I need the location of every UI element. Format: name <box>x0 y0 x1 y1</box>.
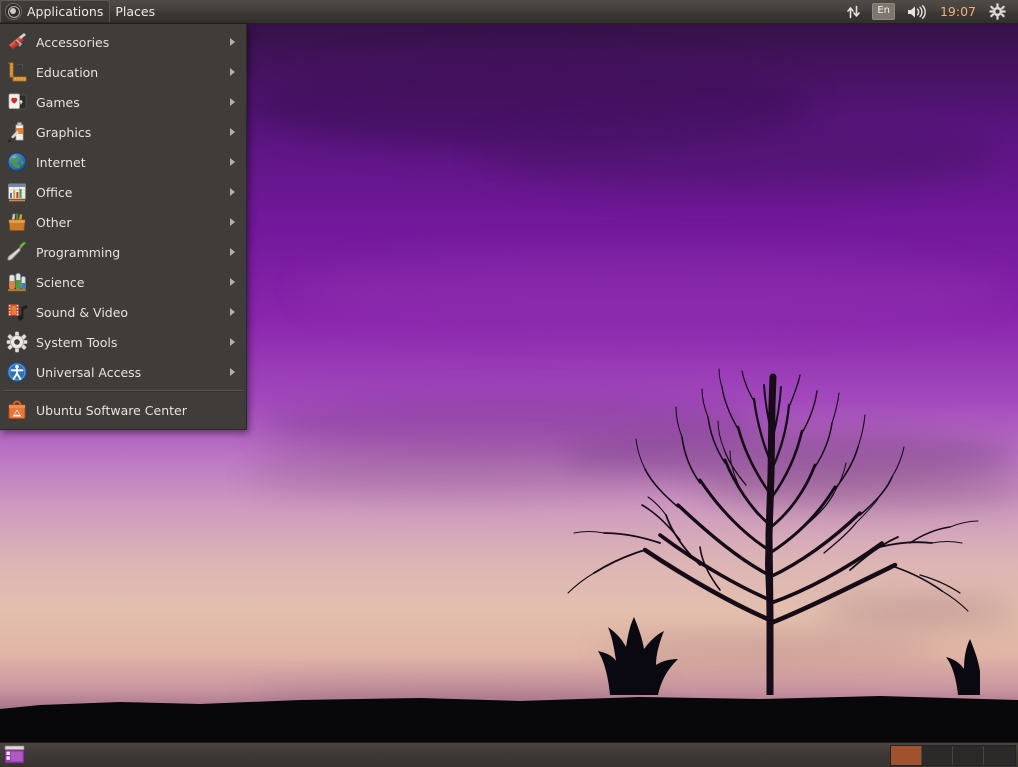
menu-item-label: Internet <box>36 155 230 170</box>
menu-item-programming[interactable]: Programming <box>0 237 246 267</box>
chevron-right-icon <box>230 308 235 316</box>
chevron-right-icon <box>230 158 235 166</box>
menu-item-label: Education <box>36 65 230 80</box>
software-center-bag-icon <box>6 399 28 421</box>
film-music-note-icon <box>6 301 28 323</box>
applications-menu-popup: Accessories Education <box>0 24 247 430</box>
spreadsheet-chart-icon <box>6 181 28 203</box>
gear-glyph <box>989 3 1006 20</box>
session-settings-gear-icon[interactable] <box>983 0 1012 24</box>
chevron-right-icon <box>230 38 235 46</box>
toolbox-icon <box>6 211 28 233</box>
chevron-right-icon <box>230 368 235 376</box>
menu-item-system-tools[interactable]: System Tools <box>0 327 246 357</box>
accessibility-icon <box>6 361 28 383</box>
chevron-right-icon <box>230 248 235 256</box>
applications-menu-button[interactable]: Applications <box>0 0 110 23</box>
workspace-1[interactable] <box>891 746 922 765</box>
keyboard-layout-label: En <box>872 3 895 20</box>
bottom-panel <box>0 742 1018 767</box>
volume-icon[interactable] <box>901 0 933 24</box>
workspace-2[interactable] <box>922 746 953 765</box>
menu-item-games[interactable]: Games <box>0 87 246 117</box>
chevron-right-icon <box>230 338 235 346</box>
test-tubes-icon <box>6 271 28 293</box>
menu-item-label: Games <box>36 95 230 110</box>
menu-item-science[interactable]: Science <box>0 267 246 297</box>
cloud-wisp <box>250 445 610 483</box>
cloud-wisp <box>250 60 810 150</box>
top-panel: Applications Places En <box>0 0 1018 24</box>
playing-cards-icon <box>6 91 28 113</box>
chevron-right-icon <box>230 98 235 106</box>
applications-menu-label: Applications <box>27 4 103 19</box>
top-panel-left-group: Applications Places <box>0 0 162 24</box>
keyboard-layout-indicator[interactable]: En <box>866 0 901 24</box>
menu-item-label: Graphics <box>36 125 230 140</box>
menu-item-sound-and-video[interactable]: Sound & Video <box>0 297 246 327</box>
chevron-right-icon <box>230 218 235 226</box>
chevron-right-icon <box>230 128 235 136</box>
menu-item-universal-access[interactable]: Universal Access <box>0 357 246 387</box>
desktop-screen: Applications Places En <box>0 0 1018 767</box>
menu-item-label: System Tools <box>36 335 230 350</box>
top-panel-indicator-area: En 19:07 <box>841 0 1018 24</box>
clock[interactable]: 19:07 <box>933 0 983 24</box>
menu-item-label: Programming <box>36 245 230 260</box>
menu-item-label: Ubuntu Software Center <box>36 403 240 418</box>
menu-item-internet[interactable]: Internet <box>0 147 246 177</box>
places-menu-label: Places <box>115 4 155 19</box>
workspace-4[interactable] <box>984 746 1015 765</box>
swiss-army-knife-icon <box>6 31 28 53</box>
tree-silhouette-icon <box>560 365 980 695</box>
menu-item-label: Other <box>36 215 230 230</box>
menu-item-ubuntu-software-center[interactable]: Ubuntu Software Center <box>0 395 246 425</box>
ruler-set-square-icon <box>6 61 28 83</box>
cloud-wisp <box>300 250 1000 330</box>
globe-icon <box>6 151 28 173</box>
chevron-right-icon <box>230 278 235 286</box>
menu-item-label: Accessories <box>36 35 230 50</box>
network-arrows-glyph <box>847 5 860 19</box>
menu-item-accessories[interactable]: Accessories <box>0 27 246 57</box>
menu-item-label: Office <box>36 185 230 200</box>
clock-label: 19:07 <box>940 4 976 19</box>
ubuntu-logo-icon <box>5 3 22 20</box>
show-desktop-button[interactable] <box>3 744 29 767</box>
show-desktop-icon <box>3 744 27 765</box>
menu-item-label: Science <box>36 275 230 290</box>
gear-icon <box>6 331 28 353</box>
menu-item-office[interactable]: Office <box>0 177 246 207</box>
menu-item-label: Sound & Video <box>36 305 230 320</box>
workspace-3[interactable] <box>953 746 984 765</box>
window-list[interactable] <box>29 744 890 767</box>
speaker-waves-glyph <box>907 5 927 19</box>
menu-item-graphics[interactable]: Graphics <box>0 117 246 147</box>
menu-item-other[interactable]: Other <box>0 207 246 237</box>
chevron-right-icon <box>230 188 235 196</box>
menu-item-label: Universal Access <box>36 365 230 380</box>
workspace-switcher[interactable] <box>890 745 1016 766</box>
places-menu-button[interactable]: Places <box>110 0 162 23</box>
network-icon[interactable] <box>841 0 866 24</box>
chevron-right-icon <box>230 68 235 76</box>
cloud-wisp <box>480 120 1000 190</box>
trowel-icon <box>6 241 28 263</box>
menu-item-education[interactable]: Education <box>0 57 246 87</box>
menu-separator <box>3 390 243 392</box>
paint-tube-brush-icon <box>6 121 28 143</box>
